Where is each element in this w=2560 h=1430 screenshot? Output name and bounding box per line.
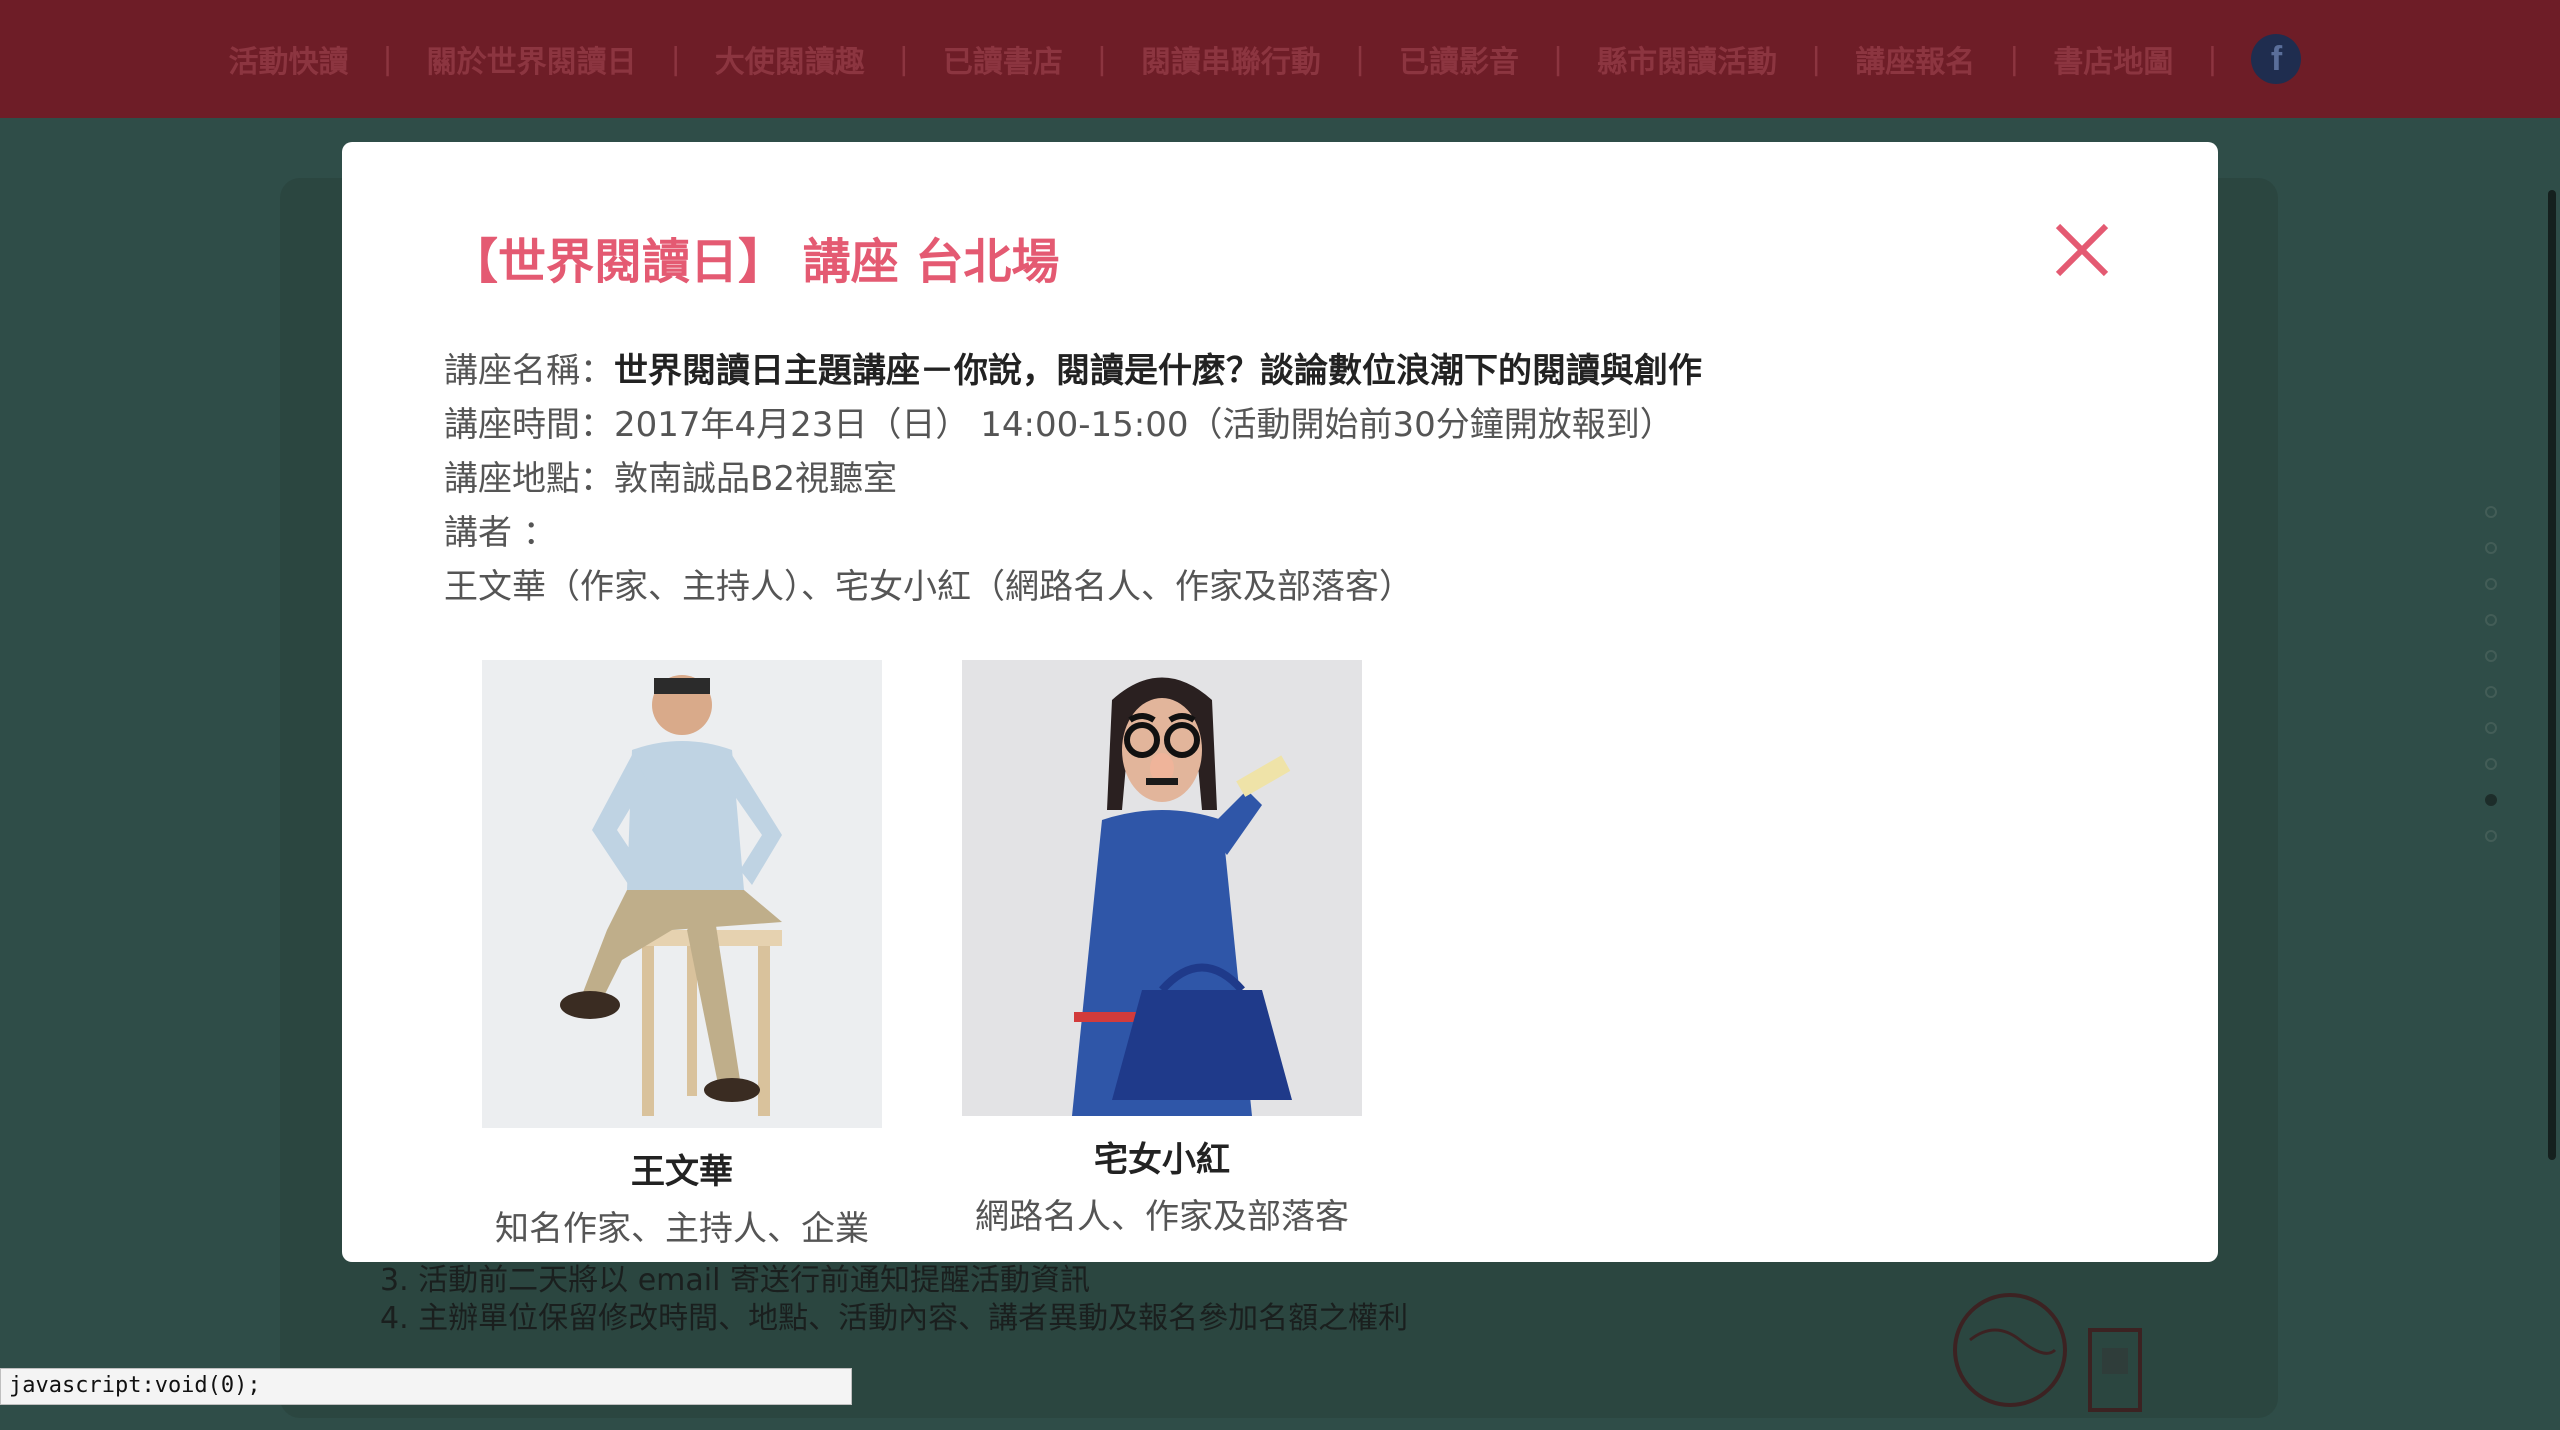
nav-item-about[interactable]: 關於世界閱讀日 <box>427 37 637 81</box>
section-dot-active[interactable] <box>2485 794 2497 806</box>
lecture-name: 世界閱讀日主題講座－你說，閱讀是什麼？談論數位浪潮下的閱讀與創作 <box>614 351 1702 391</box>
lecture-details: 講座名稱：世界閱讀日主題講座－你說，閱讀是什麼？談論數位浪潮下的閱讀與創作 講座… <box>444 344 1702 614</box>
nav-item-bookstore-map[interactable]: 書店地圖 <box>2053 37 2173 81</box>
note-item: 3. 活動前二天將以 email 寄送行前通知提醒活動資訊 <box>380 1263 1090 1298</box>
section-dot[interactable] <box>2485 650 2497 662</box>
nav-separator: | <box>382 41 393 77</box>
lecture-time-label: 講座時間： <box>444 405 614 445</box>
section-dot[interactable] <box>2485 578 2497 590</box>
close-icon[interactable] <box>2052 220 2112 280</box>
section-dot[interactable] <box>2485 506 2497 518</box>
section-dot[interactable] <box>2485 542 2497 554</box>
speakers-line: 王文華（作家、主持人）、宅女小紅（網路名人、作家及部落客） <box>444 567 1413 607</box>
globe-illustration <box>1953 1293 2142 1412</box>
speaker-name: 宅女小紅 <box>1094 1140 1230 1180</box>
nav-separator: | <box>1096 41 1107 77</box>
modal-title: 【世界閱讀日】 講座 台北場 <box>450 234 1060 290</box>
lecture-modal: 【世界閱讀日】 講座 台北場 講座名稱：世界閱讀日主題講座－你說，閱讀是什麼？談… <box>342 142 2218 1262</box>
nav-separator: | <box>1811 41 1822 77</box>
status-bar: javascript:void(0); <box>0 1368 852 1405</box>
nav-item-videos[interactable]: 已讀影音 <box>1399 37 1519 81</box>
lecture-time: 2017年4月23日（日） 14:00-15:00（活動開始前30分鐘開放報到） <box>614 405 1674 445</box>
section-dot[interactable] <box>2485 758 2497 770</box>
nav-item-lecture-signup[interactable]: 講座報名 <box>1855 37 1975 81</box>
lecture-location-label: 講座地點： <box>444 459 614 499</box>
nav-separator: | <box>670 41 681 77</box>
lecture-location: 敦南誠品B2視聽室 <box>614 459 897 499</box>
section-dot[interactable] <box>2485 686 2497 698</box>
lecture-name-row: 講座名稱：世界閱讀日主題講座－你說，閱讀是什麼？談論數位浪潮下的閱讀與創作 <box>444 344 1702 398</box>
speaker-card: 王文華 知名作家、主持人、企業 <box>482 660 882 1250</box>
page-scrollbar[interactable] <box>2548 190 2556 1160</box>
nav-separator: | <box>1354 41 1366 77</box>
nav-separator: | <box>1553 41 1564 77</box>
speaker-name: 王文華 <box>631 1152 733 1192</box>
nav-item-ambassador[interactable]: 大使閱讀趣 <box>715 37 865 81</box>
top-navigation: 活動快讀 | 關於世界閱讀日 | 大使閱讀趣 | 已讀書店 | 閱讀串聯行動 |… <box>0 0 2560 118</box>
speaker-role: 知名作家、主持人、企業 <box>495 1209 869 1249</box>
nav-item-news[interactable]: 活動快讀 <box>229 37 349 81</box>
nav-separator: | <box>2207 41 2218 77</box>
speaker-role: 網路名人、作家及部落客 <box>975 1197 1349 1237</box>
lecture-time-row: 講座時間：2017年4月23日（日） 14:00-15:00（活動開始前30分鐘… <box>444 398 1702 452</box>
facebook-icon[interactable]: f <box>2251 34 2302 84</box>
notes-list: 3. 活動前二天將以 email 寄送行前通知提醒活動資訊 4. 主辦單位保留修… <box>380 1262 1408 1338</box>
nav-item-reading-action[interactable]: 閱讀串聯行動 <box>1141 37 1321 81</box>
nav-separator: | <box>898 41 909 77</box>
nav-item-city-events[interactable]: 縣市閱讀活動 <box>1597 37 1777 81</box>
speaker-photo <box>482 660 882 1128</box>
section-dot[interactable] <box>2485 614 2497 626</box>
section-dots <box>2485 506 2497 866</box>
nav-separator: | <box>2009 41 2020 77</box>
nav-items: 活動快讀 | 關於世界閱讀日 | 大使閱讀趣 | 已讀書店 | 閱讀串聯行動 |… <box>229 34 2302 84</box>
lecture-name-label: 講座名稱： <box>444 351 614 391</box>
nav-item-bookstores[interactable]: 已讀書店 <box>943 37 1063 81</box>
section-dot[interactable] <box>2485 830 2497 842</box>
lecture-location-row: 講座地點：敦南誠品B2視聽室 <box>444 452 1702 506</box>
note-item: 4. 主辦單位保留修改時間、地點、活動內容、講者異動及報名參加名額之權利 <box>380 1301 1409 1336</box>
speaker-photo <box>962 660 1362 1116</box>
speakers-label: 講者 ： <box>444 513 557 553</box>
section-dot[interactable] <box>2485 722 2497 734</box>
speaker-card: 宅女小紅 網路名人、作家及部落客 <box>962 660 1362 1238</box>
